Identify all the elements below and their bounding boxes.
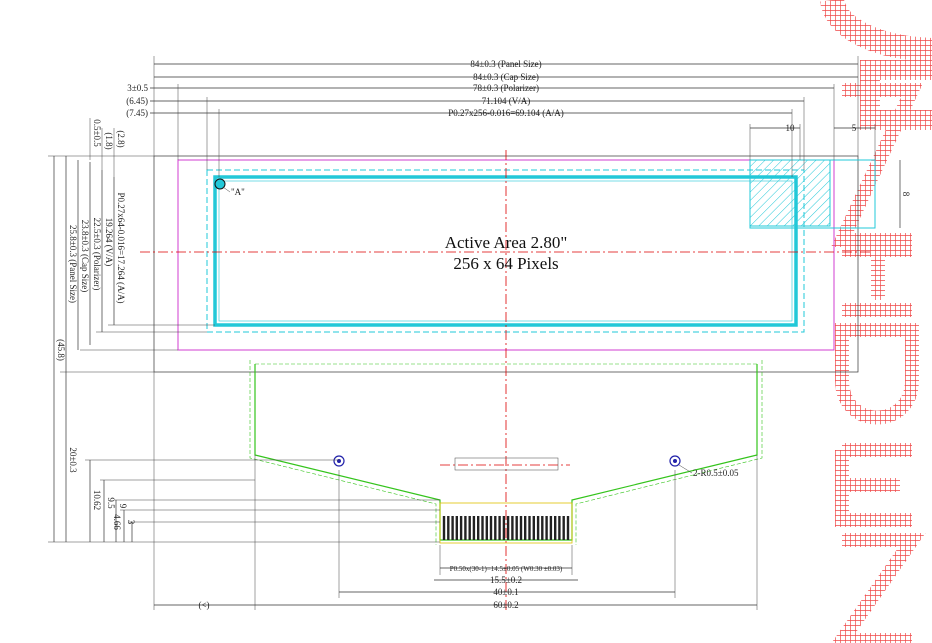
fpc-contact-finger <box>455 516 458 540</box>
fpc-contact-finger <box>472 516 476 540</box>
fpc-contact-finger <box>502 516 506 540</box>
dim-polarizer: 78±0.3 (Polarizer) <box>473 83 539 93</box>
dim-right-5: 5 <box>852 123 857 133</box>
fpc-contact-finger <box>489 516 493 540</box>
fpc-contact-finger <box>459 516 463 540</box>
fpc-contact-finger <box>447 516 450 540</box>
fpc-contact-finger <box>451 516 454 540</box>
dim-right-8: 8 <box>901 192 911 197</box>
active-area-title: Active Area 2.80" <box>445 233 568 252</box>
fpc-contact-finger <box>442 516 446 540</box>
fpc-contact-finger <box>468 516 471 540</box>
fpc-contact-finger <box>481 516 484 540</box>
dim-right-10: 10 <box>786 123 796 133</box>
dim-05: 0.5±0.5 <box>92 119 102 147</box>
dim-9: 9 <box>118 504 128 509</box>
mechanical-drawing: Active Area 2.80" 256 x 64 Pixels "A" 2-… <box>48 0 932 643</box>
fpc-contact-finger <box>536 516 540 540</box>
fpc-contact-finger <box>519 516 523 540</box>
dim-panel-height: 25.8±0.3 (Panel Size) <box>68 225 78 303</box>
active-area-pixels: 256 x 64 Pixels <box>453 254 558 273</box>
dim-aa: P0.27x256-0.016=69.104 (A/A) <box>448 108 564 118</box>
dim-total-height: (45.8) <box>56 339 66 361</box>
dim-18: (1.8) <box>104 132 114 149</box>
dim-cap-height: 23.8±0.3 (Cap Size) <box>80 220 90 292</box>
fpc-contact-finger <box>532 516 535 540</box>
dim-left-745: (7.45) <box>126 108 148 118</box>
dim-40: 40±0.1 <box>493 587 518 597</box>
dim-466: 4.66 <box>112 514 122 530</box>
point-a-label: "A" <box>231 187 245 197</box>
fpc-contact-finger <box>528 516 531 540</box>
dim-polarizer-height: 22.5±0.3 (Polarizer) <box>92 218 102 291</box>
dim-paren: (<) <box>198 600 209 610</box>
fpc-contact-finger <box>549 516 553 540</box>
fpc-contact-finger <box>558 516 561 540</box>
left-dimensions <box>48 155 440 543</box>
dim-3: 3 <box>126 520 136 525</box>
dim-95: 9.5 <box>106 497 116 509</box>
hole-dim-label: 2-R0.5±0.05 <box>693 468 739 478</box>
fpc-contact-finger <box>566 516 570 540</box>
dim-va: 71.104 (V/A) <box>482 96 531 106</box>
fpc-contact-finger <box>485 516 488 540</box>
dim-1062: 10.62 <box>92 490 102 510</box>
dim-aa-height: P0.27x64-0.016=17.264 (A/A) <box>116 192 126 303</box>
fpc-contact-finger <box>494 516 497 540</box>
fpc-contact-finger <box>541 516 544 540</box>
dim-28: (2.8) <box>116 130 126 147</box>
dim-fpc-height: 20±0.3 <box>68 447 78 473</box>
fpc-contact-finger <box>524 516 527 540</box>
bottom-dimensions <box>153 372 758 610</box>
confidential-watermark <box>820 0 932 643</box>
dim-cap-size: 84±0.3 (Cap Size) <box>473 72 539 82</box>
fpc-contact-finger <box>498 516 501 540</box>
dim-15-5: 15.5±0.2 <box>490 575 522 585</box>
fpc-contact-finger <box>464 516 467 540</box>
dim-va-height: 19.264 (V/A) <box>104 218 114 267</box>
dim-left-645: (6.45) <box>126 96 148 106</box>
fpc-contact-finger <box>545 516 548 540</box>
fpc-contact-finger <box>515 516 518 540</box>
fpc-contact-finger <box>554 516 557 540</box>
fpc-contact-finger <box>477 516 480 540</box>
fpc-contact-finger <box>511 516 514 540</box>
dim-60: 60±0.2 <box>493 600 518 610</box>
dim-pitch: P0.50x(30-1)=14.5±0.05 (W0.30 ±0.03) <box>450 565 563 573</box>
fpc-contact-finger <box>506 516 510 540</box>
fpc-contact-finger <box>562 516 565 540</box>
dim-panel-size: 84±0.3 (Panel Size) <box>470 59 541 69</box>
dim-left-3: 3±0.5 <box>127 83 148 93</box>
